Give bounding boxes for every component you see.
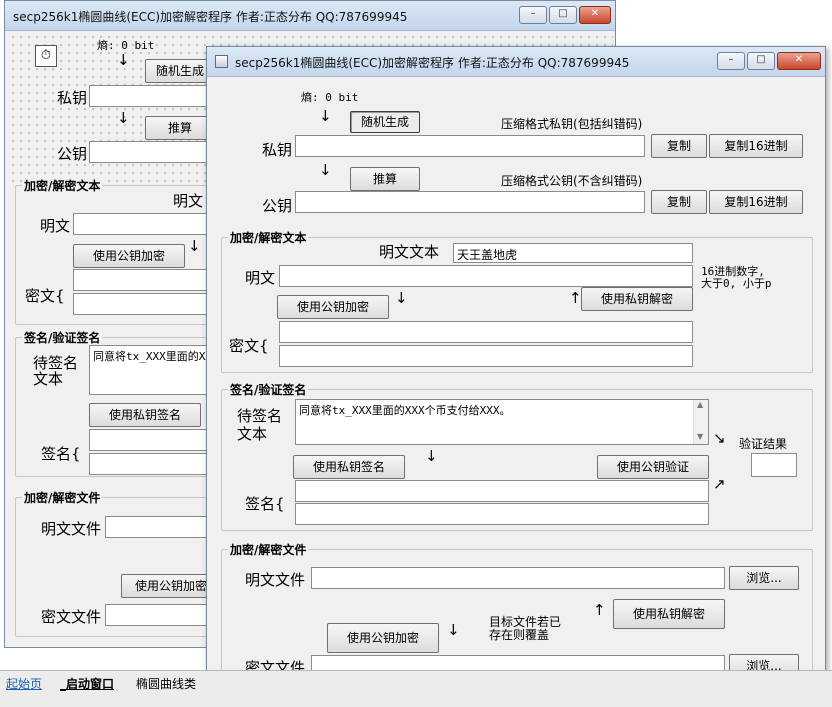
scroll-down-icon[interactable]: ▼ (697, 432, 703, 441)
back-window-title: secp256k1椭圆曲线(ECC)加密解密程序 作者:正态分布 QQ:7876… (13, 10, 408, 24)
back-public-key-field[interactable] (89, 141, 219, 163)
back-private-key-field[interactable] (89, 85, 219, 107)
back-plain-label: 明文 (40, 217, 71, 235)
plain-label: 明文 (245, 269, 276, 287)
copy-private-key-button[interactable]: 复制 (651, 134, 707, 158)
sign-private-key-button[interactable]: 使用私钥签名 (293, 455, 405, 479)
random-generate-button[interactable]: 随机生成 (350, 111, 420, 133)
back-cipher-field-2[interactable] (73, 293, 219, 315)
maximize-icon[interactable]: □ (747, 52, 775, 70)
public-key-label: 公钥 (262, 197, 293, 215)
minimize-icon[interactable]: – (717, 52, 745, 70)
private-key-field[interactable] (295, 135, 645, 157)
back-plain-file-label: 明文文件 (41, 520, 102, 538)
minimize-icon[interactable]: – (519, 6, 547, 24)
front-window-titlebar[interactable]: secp256k1椭圆曲线(ECC)加密解密程序 作者:正态分布 QQ:7876… (207, 47, 825, 77)
to-sign-label-line2: 文本 (237, 425, 268, 443)
back-signature-field-2[interactable] (89, 453, 219, 475)
browse-plain-file-button[interactable]: 浏览... (729, 566, 799, 590)
back-cipher-file-label: 密文文件 (41, 608, 102, 626)
copy-private-key-hex-button[interactable]: 复制16进制 (709, 134, 803, 158)
hex-note-line2: 大于0, 小于p (701, 277, 772, 290)
editor-tab-bar: 起始页 _启动窗口 椭圆曲线类 (0, 670, 832, 707)
file-encrypt-group-title: 加密/解密文件 (228, 541, 309, 558)
back-signature-field-1[interactable] (89, 429, 219, 451)
copy-public-key-button[interactable]: 复制 (651, 190, 707, 214)
back-to-sign-field[interactable]: 同意将tx_XXX里面的XX (89, 345, 219, 395)
back-text-group-title: 加密/解密文本 (22, 177, 103, 194)
public-key-field[interactable] (295, 191, 645, 213)
plain-file-label: 明文文件 (245, 571, 306, 589)
back-to-sign-label: 待签名 文本 (33, 354, 79, 388)
back-file-group-title: 加密/解密文件 (22, 489, 103, 506)
down-arrow-icon: ↓ (447, 621, 460, 639)
signature-label: 签名{ (245, 495, 285, 513)
down-arrow-icon: ↓ (425, 447, 438, 465)
up-arrow-icon: ↑ (593, 601, 606, 619)
front-window-title: secp256k1椭圆曲线(ECC)加密解密程序 作者:正态分布 QQ:7876… (235, 56, 630, 70)
down-arrow-icon: ↓ (117, 51, 130, 69)
entropy-label: 熵: 0 bit (301, 91, 359, 104)
back-public-key-label: 公钥 (57, 145, 88, 163)
decrypt-private-key-button[interactable]: 使用私钥解密 (581, 287, 693, 311)
back-private-key-label: 私钥 (57, 89, 88, 107)
verify-public-key-button[interactable]: 使用公钥验证 (597, 455, 709, 479)
down-arrow-icon: ↓ (319, 161, 332, 179)
back-sign-button[interactable]: 使用私钥签名 (89, 403, 201, 427)
scroll-up-icon[interactable]: ▲ (697, 400, 703, 409)
to-sign-scrollbar[interactable]: ▲ ▼ (693, 400, 708, 444)
down-arrow-icon: ↓ (395, 289, 408, 307)
tab-startup-window[interactable]: _启动窗口 (60, 675, 114, 693)
cipher-label: 密文{ (229, 337, 269, 355)
maximize-icon[interactable]: □ (549, 6, 577, 24)
decrypt-file-button[interactable]: 使用私钥解密 (613, 599, 725, 629)
copy-public-key-hex-button[interactable]: 复制16进制 (709, 190, 803, 214)
up-arrow-icon: ↑ (569, 289, 582, 307)
plain-text-caption: 明文文本 (379, 243, 440, 261)
down-arrow-icon: ↓ (117, 109, 130, 127)
tab-start-page[interactable]: 起始页 (6, 675, 42, 693)
signature-field-1[interactable] (295, 480, 709, 502)
to-sign-text-field[interactable]: 同意将tx_XXX里面的XXX个币支付给XXX。 (295, 399, 709, 445)
back-signature-label: 签名{ (41, 445, 81, 463)
plain-hex-field[interactable] (279, 265, 693, 287)
back-plain-caption: 明文 (173, 192, 204, 210)
back-plain-file-field[interactable] (105, 516, 219, 538)
back-random-button[interactable]: 随机生成 (145, 59, 215, 83)
cipher-field-2[interactable] (279, 345, 693, 367)
verify-result-field (751, 453, 797, 477)
overwrite-note-line2: 存在则覆盖 (489, 628, 550, 642)
back-derive-button[interactable]: 推算 (145, 116, 215, 140)
plain-file-field[interactable] (311, 567, 725, 589)
front-window: secp256k1椭圆曲线(ECC)加密解密程序 作者:正态分布 QQ:7876… (206, 46, 826, 700)
private-key-label: 私钥 (262, 141, 293, 159)
tab-ecc-class[interactable]: 椭圆曲线类 (136, 675, 196, 693)
close-icon[interactable]: ✕ (579, 6, 611, 24)
down-arrow-icon: ↓ (319, 107, 332, 125)
back-window-titlebar[interactable]: secp256k1椭圆曲线(ECC)加密解密程序 作者:正态分布 QQ:7876… (5, 1, 615, 31)
plain-text-field[interactable]: 天王盖地虎 (453, 243, 693, 263)
back-cipher-file-field[interactable] (105, 604, 219, 626)
cipher-field-1[interactable] (279, 321, 693, 343)
diag-down-arrow-icon: ↘ (713, 429, 726, 447)
back-cipher-field-1[interactable] (73, 269, 219, 291)
timer-icon: ⏱ (35, 45, 57, 67)
private-key-format-note: 压缩格式私钥(包括纠错码) (501, 117, 643, 131)
back-plain-field[interactable] (73, 213, 219, 235)
encrypt-file-button[interactable]: 使用公钥加密 (327, 623, 439, 653)
back-encrypt-button[interactable]: 使用公钥加密 (73, 244, 185, 268)
public-key-format-note: 压缩格式公钥(不含纠错码) (501, 174, 643, 188)
back-cipher-label: 密文{ (25, 287, 65, 305)
app-icon (215, 55, 228, 68)
back-sign-group-title: 签名/验证签名 (22, 329, 103, 346)
encrypt-public-key-button[interactable]: 使用公钥加密 (277, 295, 389, 319)
signature-group-title: 签名/验证签名 (228, 381, 309, 398)
derive-public-key-button[interactable]: 推算 (350, 167, 420, 191)
text-encrypt-group-title: 加密/解密文本 (228, 229, 309, 246)
down-arrow-icon: ↓ (188, 237, 201, 255)
diag-up-arrow-icon: ↗ (713, 475, 726, 493)
verify-result-label: 验证结果 (739, 437, 788, 451)
close-icon[interactable]: ✕ (777, 52, 821, 70)
signature-field-2[interactable] (295, 503, 709, 525)
